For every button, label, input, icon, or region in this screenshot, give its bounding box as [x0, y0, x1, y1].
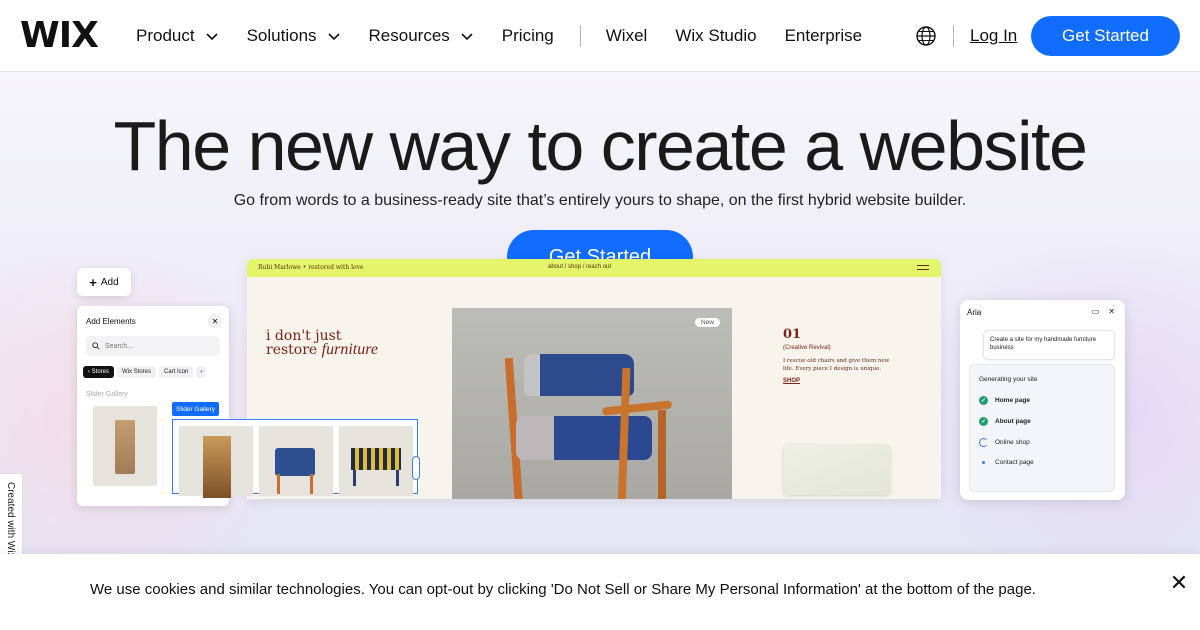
wix-logo[interactable]: WIX — [20, 16, 99, 56]
nav-wixel[interactable]: Wixel — [606, 26, 648, 46]
tab-stores[interactable]: ‹ Stores — [83, 366, 115, 378]
gallery-image-chair — [259, 426, 333, 496]
site-description: I rescue old chairs and give them new li… — [783, 358, 890, 372]
gallery-thumbnail[interactable] — [93, 406, 157, 486]
check-icon: ✓ — [979, 417, 988, 426]
login-link[interactable]: Log In — [970, 26, 1017, 46]
chevron-right-icon[interactable]: › — [196, 366, 207, 378]
nav-enterprise[interactable]: Enterprise — [785, 26, 862, 46]
created-with-wix-tab[interactable]: Created with Wix — [0, 473, 23, 562]
site-headline-bold: restore — [266, 342, 318, 358]
search-icon — [92, 342, 100, 350]
chair-photo: New — [452, 308, 732, 499]
aria-panel-controls: ▭ ✕ — [1083, 307, 1115, 316]
generation-title: Generating your site — [979, 376, 1038, 383]
site-headline-italic: furniture — [321, 341, 378, 358]
header-divider — [953, 25, 954, 47]
globe-icon[interactable] — [915, 25, 937, 47]
site-links: about / shop / reach out — [548, 264, 612, 270]
chevron-down-icon — [206, 33, 218, 41]
tab-wix-stores[interactable]: Wix Stores — [117, 366, 157, 378]
panel-title: Add Elements — [86, 317, 136, 326]
cookie-banner: We use cookies and similar technologies.… — [0, 554, 1200, 630]
plus-icon: + — [89, 274, 97, 290]
new-badge: New — [695, 318, 721, 327]
step-label: Online shop — [995, 439, 1030, 446]
add-button-label: Add — [100, 276, 119, 288]
step-about-page: ✓ About page — [979, 417, 1031, 426]
close-icon[interactable]: ✕ — [1108, 307, 1115, 316]
nav-product-label: Product — [136, 26, 195, 45]
gallery-image-stools — [179, 426, 253, 498]
generation-progress: Generating your site ✓ Home page ✓ About… — [969, 364, 1115, 492]
site-number: 01 — [783, 327, 802, 342]
nav-solutions[interactable]: Solutions — [247, 26, 341, 46]
pending-dot-icon — [982, 461, 985, 464]
header-get-started-button[interactable]: Get Started — [1031, 16, 1180, 56]
hero-subtitle: Go from words to a business-ready site t… — [233, 192, 967, 209]
nav-resources-label: Resources — [368, 26, 450, 45]
aria-panel: Aria ▭ ✕ Create a site for my handmade f… — [960, 300, 1125, 500]
site-nav-bar: Rubi Marlowe • restored with love about … — [247, 259, 941, 277]
nav-pricing-label: Pricing — [501, 26, 554, 45]
search-placeholder: Search... — [105, 342, 134, 350]
nav-solutions-label: Solutions — [246, 26, 317, 45]
add-button[interactable]: + Add — [77, 268, 131, 296]
step-home-page: ✓ Home page — [979, 396, 1030, 405]
slider-gallery[interactable] — [172, 419, 418, 498]
hero-title: The new way to create a website — [113, 107, 1088, 185]
step-contact-page: Contact page — [979, 459, 1034, 466]
aria-prompt-bubble: Create a site for my handmade furniture … — [983, 330, 1115, 360]
site-brand: Rubi Marlowe • restored with love — [258, 264, 364, 271]
selection-tag: Slider Gallery — [172, 402, 220, 416]
nav-resources[interactable]: Resources — [369, 26, 474, 46]
main-nav: Product Solutions Resources Pricing Wixe… — [136, 24, 890, 48]
panel-tabs: ‹ Stores Wix Stores Cart Icon › — [83, 366, 209, 378]
section-label: Slider Gallery — [86, 391, 129, 398]
site-shop-link: SHOP — [783, 378, 801, 384]
gallery-image-bench — [339, 426, 413, 496]
nav-pricing[interactable]: Pricing — [502, 26, 554, 46]
chevron-down-icon — [327, 33, 340, 41]
site-card — [784, 445, 890, 495]
side-tab-label: Created with Wix — [5, 482, 16, 558]
aria-title: Aria — [967, 308, 982, 317]
chat-icon[interactable]: ▭ — [1092, 307, 1100, 316]
resize-handle[interactable] — [412, 456, 420, 480]
cookie-text: We use cookies and similar technologies.… — [90, 581, 1036, 598]
site-number-subtitle: (Creative Revival) — [783, 345, 831, 351]
step-label: About page — [995, 418, 1031, 425]
step-label: Contact page — [995, 459, 1034, 466]
tab-cart-icon[interactable]: Cart Icon — [159, 366, 194, 378]
top-header: WIX Product Solutions Resources Pricing … — [0, 0, 1200, 72]
step-label: Home page — [995, 397, 1031, 404]
panel-search-input[interactable]: Search... — [86, 336, 220, 356]
check-icon: ✓ — [979, 396, 988, 405]
hamburger-icon — [917, 265, 929, 270]
nav-product[interactable]: Product — [136, 26, 219, 46]
nav-wix-studio[interactable]: Wix Studio — [675, 26, 756, 46]
chevron-down-icon — [461, 33, 473, 41]
tab-stores-label: Stores — [91, 369, 110, 375]
site-headline: i don't just restore furniture — [266, 329, 378, 358]
step-online-shop: Online shop — [979, 438, 1030, 447]
close-icon[interactable]: ✕ — [1168, 572, 1190, 594]
close-icon[interactable]: ✕ — [208, 314, 222, 328]
nav-divider — [579, 25, 581, 47]
spinner-icon — [979, 438, 988, 447]
